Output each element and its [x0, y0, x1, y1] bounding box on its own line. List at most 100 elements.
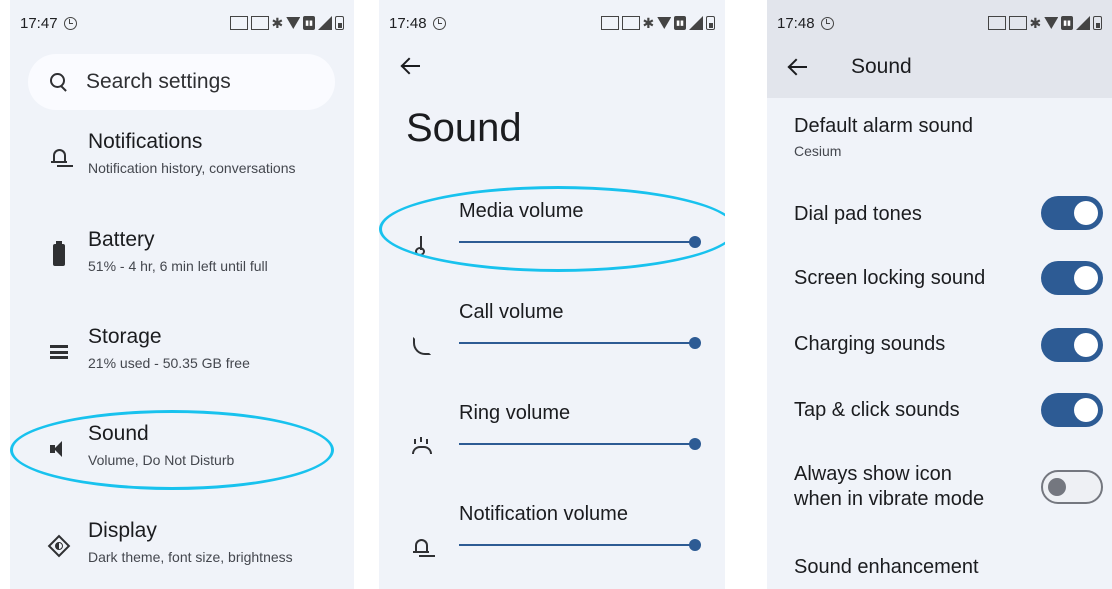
- pref-title: Sound enhancement: [794, 556, 979, 578]
- storage-icon: [46, 339, 72, 365]
- slider-thumb[interactable]: [689, 236, 701, 248]
- pref-title: Charging sounds: [794, 333, 946, 355]
- signal-icon: [318, 16, 332, 30]
- search-placeholder: Search settings: [86, 70, 231, 93]
- music-note-icon: [409, 232, 433, 256]
- back-arrow-icon[interactable]: [787, 56, 809, 78]
- pref-title: Always show icon when in vibrate mode: [794, 463, 985, 510]
- status-bar: 17:48 ✱ ▮▮: [767, 0, 1112, 46]
- settings-item-subtitle: Dark theme, font size, brightness: [88, 549, 293, 565]
- media-volume-slider[interactable]: [459, 236, 701, 248]
- slider-fill: [459, 241, 695, 243]
- settings-item-title: Storage: [88, 325, 162, 348]
- vibrate-icon-toggle[interactable]: [1041, 470, 1103, 504]
- slider-fill: [459, 544, 695, 546]
- volte-icon: ▮▮: [303, 16, 315, 30]
- pref-title: Tap & click sounds: [794, 399, 960, 421]
- page-title: Sound: [406, 106, 522, 150]
- search-icon: [50, 73, 68, 91]
- settings-item-subtitle: 51% - 4 hr, 6 min left until full: [88, 258, 268, 274]
- volte-icon: ▮▮: [1061, 16, 1073, 30]
- status-icons: ✱ ▮▮: [987, 14, 1102, 31]
- bell-icon: [46, 144, 72, 170]
- wifi-icon: [286, 17, 301, 29]
- pref-title: Screen locking sound: [794, 267, 986, 289]
- slider-fill: [459, 342, 695, 344]
- vibrate-icon-item[interactable]: Always show icon when in vibrate mode: [767, 462, 1112, 516]
- settings-item-sound[interactable]: Sound Volume, Do Not Disturb: [10, 422, 354, 482]
- status-icons: ✱ ▮▮: [600, 15, 715, 31]
- volte-icon: ▮▮: [674, 16, 686, 30]
- sound-settings-screen: 17:48 ✱ ▮▮ Sound Default alarm sound Ces…: [767, 0, 1112, 589]
- screen-locking-sound-toggle[interactable]: [1041, 261, 1103, 295]
- bluetooth-icon: ✱: [271, 14, 284, 31]
- tap-click-sounds-item[interactable]: Tap & click sounds: [767, 393, 1112, 431]
- settings-item-subtitle: Volume, Do Not Disturb: [88, 452, 235, 468]
- sim-icon: [987, 16, 1006, 30]
- call-volume-row: Call volume: [379, 301, 725, 391]
- battery-icon: [46, 241, 72, 268]
- alarm-clock-icon: [63, 16, 77, 30]
- bluetooth-icon: ✱: [1029, 14, 1042, 31]
- default-alarm-sound-item[interactable]: Default alarm sound Cesium: [767, 114, 1112, 166]
- alarm-clock-icon: [432, 16, 446, 30]
- status-time: 17:47: [20, 14, 58, 32]
- speaker-icon: [46, 436, 72, 462]
- wifi-icon: [1044, 17, 1059, 29]
- ring-volume-row: Ring volume: [379, 402, 725, 492]
- ring-icon: [409, 434, 433, 458]
- settings-item-title: Display: [88, 519, 157, 542]
- status-time: 17:48: [777, 14, 815, 32]
- slider-thumb[interactable]: [689, 337, 701, 349]
- sim-icon: [229, 16, 248, 30]
- tap-click-sounds-toggle[interactable]: [1041, 393, 1103, 427]
- signal-icon: [689, 16, 703, 30]
- charging-sounds-toggle[interactable]: [1041, 328, 1103, 362]
- pref-title: Default alarm sound: [794, 115, 973, 137]
- signal-icon: [1076, 16, 1090, 30]
- wifi-icon: [657, 17, 672, 29]
- settings-item-title: Notifications: [88, 130, 203, 153]
- battery-status-icon: [706, 16, 715, 30]
- ring-volume-slider[interactable]: [459, 438, 701, 450]
- settings-screen: 17:47 ✱ ▮▮ Search settings Notifications…: [10, 0, 354, 589]
- sound-enhancement-item[interactable]: Sound enhancement: [767, 555, 1112, 585]
- settings-item-storage[interactable]: Storage 21% used - 50.35 GB free: [10, 325, 354, 385]
- status-bar: 17:48 ✱ ▮▮: [379, 0, 725, 46]
- display-icon: [46, 533, 72, 559]
- screen-locking-sound-item[interactable]: Screen locking sound: [767, 261, 1112, 300]
- sim-icon: [600, 16, 619, 30]
- dial-pad-tones-item[interactable]: Dial pad tones: [767, 196, 1112, 234]
- search-settings-bar[interactable]: Search settings: [28, 54, 335, 110]
- alarm-clock-icon: [820, 16, 834, 30]
- page-title: Sound: [851, 55, 912, 78]
- dial-pad-tones-toggle[interactable]: [1041, 196, 1103, 230]
- battery-status-icon: [335, 16, 344, 30]
- notification-volume-slider[interactable]: [459, 539, 701, 551]
- slider-thumb[interactable]: [689, 539, 701, 551]
- settings-item-subtitle: 21% used - 50.35 GB free: [88, 355, 250, 371]
- settings-item-battery[interactable]: Battery 51% - 4 hr, 6 min left until ful…: [10, 228, 354, 288]
- status-bar: 17:47 ✱ ▮▮: [10, 0, 354, 46]
- sim-slot-icon: [250, 16, 269, 30]
- settings-item-notifications[interactable]: Notifications Notification history, conv…: [10, 130, 354, 190]
- sound-volume-screen: 17:48 ✱ ▮▮ Sound Media volume Call volum…: [379, 0, 725, 589]
- battery-status-icon: [1093, 16, 1102, 30]
- call-volume-slider[interactable]: [459, 337, 701, 349]
- back-arrow-icon[interactable]: [400, 55, 422, 77]
- volume-label: Media volume: [459, 200, 584, 222]
- volume-label: Call volume: [459, 301, 564, 323]
- slider-thumb[interactable]: [689, 438, 701, 450]
- settings-item-title: Battery: [88, 228, 155, 251]
- charging-sounds-item[interactable]: Charging sounds: [767, 328, 1112, 365]
- bell-icon: [409, 535, 433, 559]
- settings-item-title: Sound: [88, 422, 149, 445]
- settings-item-display[interactable]: Display Dark theme, font size, brightnes…: [10, 519, 354, 579]
- sim-slot-icon: [621, 16, 640, 30]
- phone-icon: [409, 333, 433, 357]
- volume-label: Notification volume: [459, 503, 628, 525]
- app-bar: 17:48 ✱ ▮▮ Sound: [767, 0, 1112, 98]
- settings-item-subtitle: Notification history, conversations: [88, 160, 296, 176]
- media-volume-row: Media volume: [379, 200, 725, 290]
- status-time: 17:48: [389, 14, 427, 32]
